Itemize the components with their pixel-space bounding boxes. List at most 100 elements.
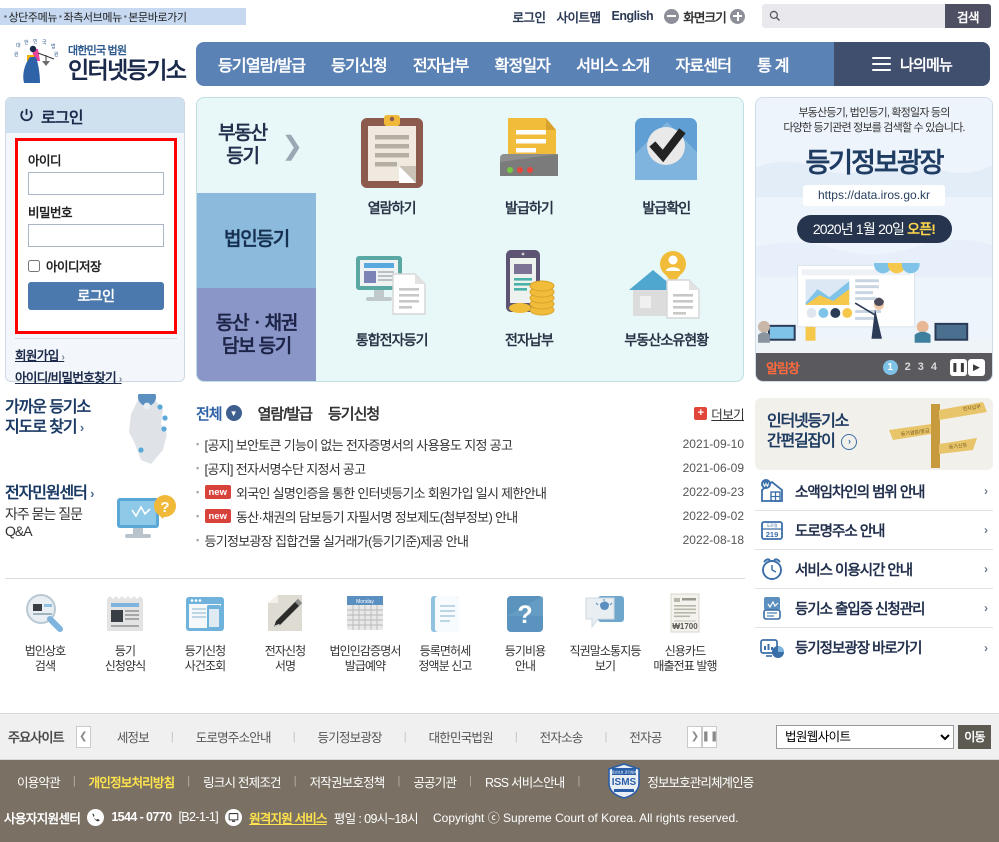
login-link[interactable]: 로그인 xyxy=(513,7,547,26)
notice-tab-apply[interactable]: 등기신청 xyxy=(328,403,380,424)
sites-pause-button[interactable]: ❚❚ xyxy=(702,725,718,748)
skip-link-submenu[interactable]: 좌측서브메뉴 xyxy=(63,9,122,25)
site-logo[interactable]: 대한민국법 원 원 대한민국 법원 인터넷등기소 xyxy=(10,38,190,86)
site-go-button[interactable]: 이동 xyxy=(958,724,991,749)
notice-item[interactable]: ▪ [공지] 보안토큰 기능이 없는 전자증명서의 사용용도 지정 공고 202… xyxy=(196,432,744,456)
banner-page-4[interactable]: 4 xyxy=(931,361,937,373)
remember-id-label[interactable]: 아이디저장 xyxy=(46,256,102,275)
gnb-item-data-center[interactable]: 자료센터 xyxy=(675,52,731,76)
quick-link-small-tenant-range[interactable]: ₩ 소액임차인의 범위 안내 › xyxy=(755,472,993,511)
footer-link-copyright-policy[interactable]: 저작권보호정책 xyxy=(297,772,398,791)
line1: 법인인감증명서 xyxy=(329,644,402,658)
notice-tab-view-issue[interactable]: 열람/발급 xyxy=(258,403,313,424)
chevron-down-icon[interactable]: ▼ xyxy=(225,405,242,421)
gnb-item-statistics[interactable]: 통 계 xyxy=(757,52,789,76)
service-item-issue[interactable]: 발급하기 xyxy=(460,108,597,240)
notice-item[interactable]: ▪ new 외국인 실명인증을 통한 인터넷등기소 회원가입 일시 제한안내 2… xyxy=(196,480,744,504)
notice-more-label[interactable]: 더보기 xyxy=(711,404,744,423)
banner-page-1[interactable]: 1 xyxy=(882,359,898,375)
gnb-item-fixed-date[interactable]: 확정일자 xyxy=(495,52,551,76)
join-link[interactable]: 회원가입 › xyxy=(15,345,177,364)
skip-link-topmenu[interactable]: 상단주메뉴 xyxy=(8,9,57,25)
notice-item[interactable]: ▪ new 동산·채권의 담보등기 자필서명 정보제도(첨부정보) 안내 202… xyxy=(196,504,744,528)
notice-item[interactable]: ▪ 등기정보광장 집합건물 실거래가(등기기준)제공 안내 2022-08-18 xyxy=(196,528,744,552)
sites-next-button[interactable]: ❯ xyxy=(687,725,703,748)
gnb-item-registry-view[interactable]: 등기열람/발급 xyxy=(218,52,306,76)
find-id-password-link[interactable]: 아이디/비밀번호찾기 › xyxy=(15,367,177,386)
category-corporate[interactable]: 법인등기 xyxy=(197,193,316,288)
sitemap-link[interactable]: 사이트맵 xyxy=(557,7,602,26)
service-item-view[interactable]: 열람하기 xyxy=(323,108,460,240)
related-sites-links: 세정보 | 도로명주소안내 | 등기정보광장 | 대한민국법원 | 전자소송 |… xyxy=(95,727,684,746)
quick-link-registry-data-plaza[interactable]: 등기정보광장 바로가기 › xyxy=(755,628,993,667)
nearby-registry-office-block[interactable]: 가까운 등기소 지도로 찾기 › xyxy=(5,394,185,484)
footer-link-privacy[interactable]: 개인정보처리방침 xyxy=(76,772,188,791)
category-real-estate[interactable]: 부동산 등기 ❯ xyxy=(197,98,316,193)
pause-icon[interactable]: ❚❚ xyxy=(950,358,967,376)
shortcut-ex-officio-cancellation[interactable]: 직권말소통지등 보기 xyxy=(565,591,645,674)
footer-link-rss[interactable]: RSS 서비스안내 xyxy=(472,772,577,791)
notice-item[interactable]: ▪ [공지] 전자서명수단 지정서 공고 2021-06-09 xyxy=(196,456,744,480)
service-item-epayment[interactable]: 전자납부 xyxy=(460,240,597,372)
zoom-out-icon[interactable] xyxy=(664,8,680,24)
footer-link-terms[interactable]: 이용약관 xyxy=(4,772,73,791)
svg-text:법: 법 xyxy=(51,43,56,50)
shortcut-registry-forms[interactable]: 등기 신청양식 xyxy=(85,591,165,674)
shortcut-registry-fee-guide[interactable]: ? 등기비용 안내 xyxy=(485,591,565,674)
site-link-supreme-court[interactable]: 대한민국법원 xyxy=(407,727,515,746)
monitor-doc-icon xyxy=(355,256,426,315)
search-input[interactable] xyxy=(762,4,945,28)
shortcut-case-inquiry[interactable]: 등기신청 사건조회 xyxy=(165,591,245,674)
gnb-item-service-intro[interactable]: 서비스 소개 xyxy=(576,52,650,76)
site-link-road-address[interactable]: 도로명주소안내 xyxy=(174,727,293,746)
left-quick-panel: 가까운 등기소 지도로 찾기 › 전자민원센터 › 자주 묻는 질문 Q&A ? xyxy=(5,394,185,573)
sites-prev-button[interactable]: ❮ xyxy=(75,725,91,748)
promo-banner[interactable]: 부동산등기, 법인등기, 확정일자 등의 다양한 등기관련 정보를 검색할 수 … xyxy=(755,97,993,382)
site-link-e-litigation[interactable]: 전자소송 xyxy=(518,727,605,746)
service-item-property-ownership[interactable]: 부동산소유현황 xyxy=(598,240,735,372)
login-submit-button[interactable]: 로그인 xyxy=(28,282,164,310)
notice-more-button[interactable]: + 더보기 xyxy=(694,404,745,423)
notice-item-date: 2022-09-23 xyxy=(682,485,744,499)
banner-url[interactable]: https://data.iros.go.kr xyxy=(803,184,945,206)
notice-tab-all[interactable]: 전체 xyxy=(196,403,223,424)
search-button[interactable]: 검색 xyxy=(945,4,991,28)
e-civil-center-block[interactable]: 전자민원센터 › 자주 묻는 질문 Q&A ? xyxy=(5,484,185,560)
footer-link-public-institution[interactable]: 공공기관 xyxy=(400,772,469,791)
zoom-in-icon[interactable] xyxy=(730,8,745,24)
skip-link-content[interactable]: 본문바로가기 xyxy=(128,9,187,25)
service-item-integrated-eregistry[interactable]: 통합전자등기 xyxy=(323,240,460,372)
skip-navigation: ▪ 상단주메뉴 ▪ 좌측서브메뉴 ▪ 본문바로가기 xyxy=(0,8,246,25)
chevron-right-icon: › xyxy=(984,523,988,537)
site-link-e-public[interactable]: 전자공 xyxy=(607,727,683,746)
footer-link-link-terms[interactable]: 링크시 전제조건 xyxy=(190,772,294,791)
shortcut-credit-card-receipt[interactable]: ₩1700 신용카드 매출전표 발행 xyxy=(645,591,725,674)
quick-link-service-hours[interactable]: 서비스 이용시간 안내 › xyxy=(755,550,993,589)
english-link[interactable]: English xyxy=(612,9,654,23)
quick-link-entry-pass[interactable]: 등기소 출입증 신청관리 › xyxy=(755,589,993,628)
shortcut-corporate-name-search[interactable]: 법인상호 검색 xyxy=(5,591,85,674)
remote-support-link[interactable]: 원격지원 서비스 xyxy=(249,808,327,827)
play-next-icon[interactable]: ▶ xyxy=(968,358,985,376)
gnb-item-epayment[interactable]: 전자납부 xyxy=(413,52,469,76)
site-link-tax-info[interactable]: 세정보 xyxy=(95,727,171,746)
id-input[interactable] xyxy=(28,172,164,195)
quick-link-road-address-label: 도로명주소 안내 xyxy=(795,523,885,540)
new-badge: new xyxy=(204,485,231,499)
gnb-item-registry-apply[interactable]: 등기신청 xyxy=(331,52,387,76)
simple-guide-banner[interactable]: 인터넷등기소 간편길잡이 › 전자납부 등기열람/발급 등기신청 xyxy=(755,398,993,470)
line2: 정액분 신고 xyxy=(418,659,472,673)
service-item-issue-verify[interactable]: 발급확인 xyxy=(598,108,735,240)
quick-link-road-address[interactable]: 도로명 219 도로명주소 안내 › xyxy=(755,511,993,550)
password-input[interactable] xyxy=(28,224,164,247)
remember-id-checkbox[interactable] xyxy=(28,259,40,272)
shortcut-registration-license-tax[interactable]: 등록면허세 정액분 신고 xyxy=(405,591,485,674)
my-menu-button[interactable]: 나의메뉴 xyxy=(834,42,990,86)
banner-page-2[interactable]: 2 xyxy=(905,361,911,373)
site-select[interactable]: 법원웹사이트 xyxy=(776,724,954,749)
category-movable-credit[interactable]: 동산ㆍ채권 담보 등기 xyxy=(197,288,316,381)
site-link-data-plaza[interactable]: 등기정보광장 xyxy=(296,727,404,746)
shortcut-corporate-seal-reservation[interactable]: Monday 법인인감증명서 발급예약 xyxy=(325,591,405,674)
banner-page-3[interactable]: 3 xyxy=(918,361,924,373)
shortcut-e-application-sign[interactable]: 전자신청 서명 xyxy=(245,591,325,674)
